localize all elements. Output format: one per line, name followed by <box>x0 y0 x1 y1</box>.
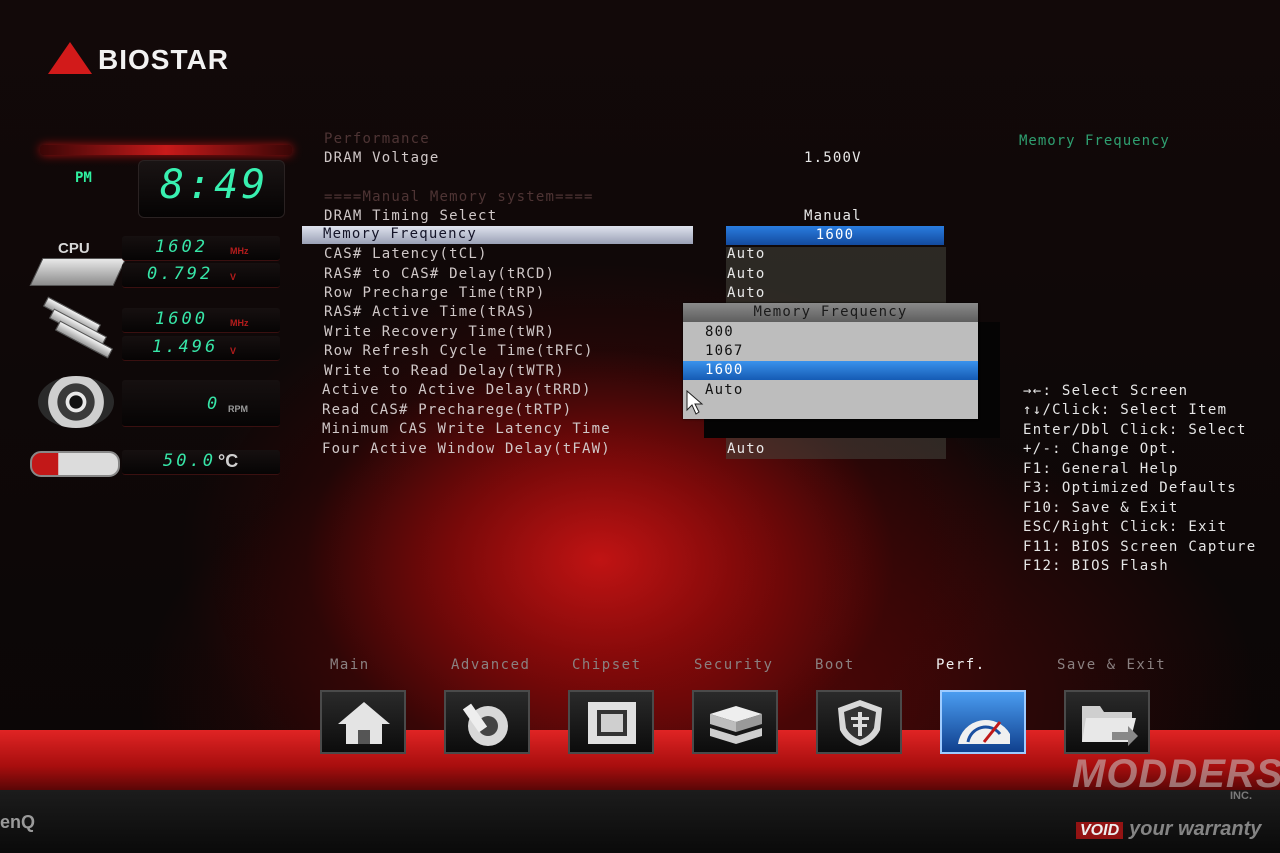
cpu-freq-value: 1602 <box>155 237 208 257</box>
dram-voltage-value[interactable]: 1.500V <box>804 150 862 166</box>
popup-option-selected[interactable]: 1600 <box>683 361 978 380</box>
watermark-void: VOID <box>1076 822 1124 839</box>
cpu-label: CPU <box>58 240 90 257</box>
tab-chipset[interactable] <box>568 690 654 754</box>
drives-icon <box>710 706 762 744</box>
fan-speed-unit: RPM <box>228 404 248 414</box>
popup-option[interactable]: Auto <box>683 381 978 400</box>
help-line: →←: Select Screen <box>1023 383 1189 399</box>
memory-frequency-row[interactable]: Memory Frequency <box>302 226 693 244</box>
setting-label[interactable]: RAS# Active Time(tRAS) <box>324 304 536 320</box>
memory-frequency-popup: Memory Frequency 800 1067 1600 Auto <box>683 303 978 419</box>
monitor-header-bar <box>40 145 292 155</box>
bios-screen: BIOSTAR PM 8:49 CPU 1602 MHz 0.792 V 160… <box>0 0 1280 853</box>
tab-save-exit-label[interactable]: Save & Exit <box>1057 657 1166 673</box>
setting-label[interactable]: Active to Active Delay(tRRD) <box>322 382 592 398</box>
setting-label[interactable]: Read CAS# Precharege(tRTP) <box>322 402 572 418</box>
setting-value[interactable]: Auto <box>727 285 766 301</box>
tab-security-label[interactable]: Security <box>694 657 773 673</box>
memory-frequency-value[interactable]: 1600 <box>726 226 944 245</box>
popup-title: Memory Frequency <box>683 303 978 322</box>
memory-frequency-label: Memory Frequency <box>323 226 478 242</box>
help-line: +/-: Change Opt. <box>1023 441 1179 457</box>
speedometer-icon <box>958 719 1010 744</box>
help-title: Memory Frequency <box>1019 133 1170 149</box>
dram-timing-label[interactable]: DRAM Timing Select <box>324 208 497 224</box>
cpu-chip-icon <box>29 258 127 286</box>
watermark-tagline: VOID your warranty <box>1076 818 1261 841</box>
dram-timing-value[interactable]: Manual <box>804 208 862 224</box>
help-line: ESC/Right Click: Exit <box>1023 519 1228 535</box>
help-line: F12: BIOS Flash <box>1023 558 1169 574</box>
setting-label[interactable]: RAS# to CAS# Delay(tRCD) <box>324 266 555 282</box>
setting-value[interactable]: Auto <box>727 246 766 262</box>
mem-freq-unit: MHz <box>230 318 249 328</box>
joystick-icon <box>462 703 508 746</box>
setting-label[interactable]: Row Refresh Cycle Time(tRFC) <box>324 343 594 359</box>
home-icon <box>338 702 390 744</box>
help-line: F11: BIOS Screen Capture <box>1023 539 1257 555</box>
cpu-freq-unit: MHz <box>230 246 249 256</box>
temp-unit: °C <box>218 451 239 471</box>
chip-icon <box>588 702 636 744</box>
setting-label[interactable]: CAS# Latency(tCL) <box>324 246 488 262</box>
fan-icon <box>38 376 114 428</box>
section-performance: Performance <box>324 131 430 147</box>
biostar-logo-mark-icon <box>48 42 92 74</box>
watermark-warranty: your warranty <box>1129 818 1262 840</box>
help-line: F3: Optimized Defaults <box>1023 480 1238 496</box>
tab-advanced-label[interactable]: Advanced <box>451 657 530 673</box>
tab-advanced[interactable] <box>444 690 530 754</box>
popup-option[interactable]: 800 <box>683 323 978 342</box>
mouse-cursor-icon <box>686 390 704 415</box>
fan-speed-value: 0 <box>207 394 221 414</box>
cpu-volt-value: 0.792 <box>147 264 214 284</box>
temp-value: 50.0 <box>163 451 216 471</box>
tab-main[interactable] <box>320 690 406 754</box>
shield-icon <box>838 700 882 746</box>
folder-exit-icon <box>1082 706 1138 746</box>
tab-perf-label[interactable]: Perf. <box>936 657 986 673</box>
setting-value[interactable]: Auto <box>727 266 766 282</box>
biostar-logo-text: BIOSTAR <box>98 44 229 75</box>
tab-chipset-label[interactable]: Chipset <box>572 657 642 673</box>
help-line: Enter/Dbl Click: Select <box>1023 422 1247 438</box>
cpu-volt-unit: V <box>230 272 237 282</box>
clock-ampm: PM <box>75 170 92 186</box>
setting-value[interactable]: Auto <box>727 441 766 457</box>
fan-readout <box>122 380 280 427</box>
popup-option[interactable]: 1067 <box>683 342 978 361</box>
help-line: F10: Save & Exit <box>1023 500 1179 516</box>
setting-label[interactable]: Row Precharge Time(tRP) <box>324 285 545 301</box>
tab-save-exit[interactable] <box>1064 690 1150 754</box>
tab-boot[interactable] <box>816 690 902 754</box>
memory-modules-icon <box>42 296 114 359</box>
mem-volt-unit: V <box>230 346 237 356</box>
biostar-logo: BIOSTAR <box>48 40 229 80</box>
help-line: F1: General Help <box>1023 461 1179 477</box>
monitor-brand-logo: enQ <box>0 812 36 832</box>
tab-security[interactable] <box>692 690 778 754</box>
tab-perf[interactable] <box>940 690 1026 754</box>
tab-main-label[interactable]: Main <box>330 657 370 673</box>
setting-label[interactable]: Write to Read Delay(tWTR) <box>324 363 565 379</box>
setting-label[interactable]: Write Recovery Time(tWR) <box>324 324 555 340</box>
mem-volt-value: 1.496 <box>152 337 219 357</box>
help-line: ↑↓/Click: Select Item <box>1023 402 1228 418</box>
tab-boot-label[interactable]: Boot <box>815 657 855 673</box>
setting-label[interactable]: Minimum CAS Write Latency Time <box>322 421 611 437</box>
thermometer-icon <box>30 451 120 477</box>
section-manual-memory: ====Manual Memory system==== <box>324 189 594 205</box>
mem-freq-value: 1600 <box>155 309 208 329</box>
setting-label[interactable]: Four Active Window Delay(tFAW) <box>322 441 611 457</box>
watermark-inc: INC. <box>1230 790 1252 802</box>
clock-time: 8:49 <box>160 162 269 208</box>
dram-voltage-label[interactable]: DRAM Voltage <box>324 150 440 166</box>
